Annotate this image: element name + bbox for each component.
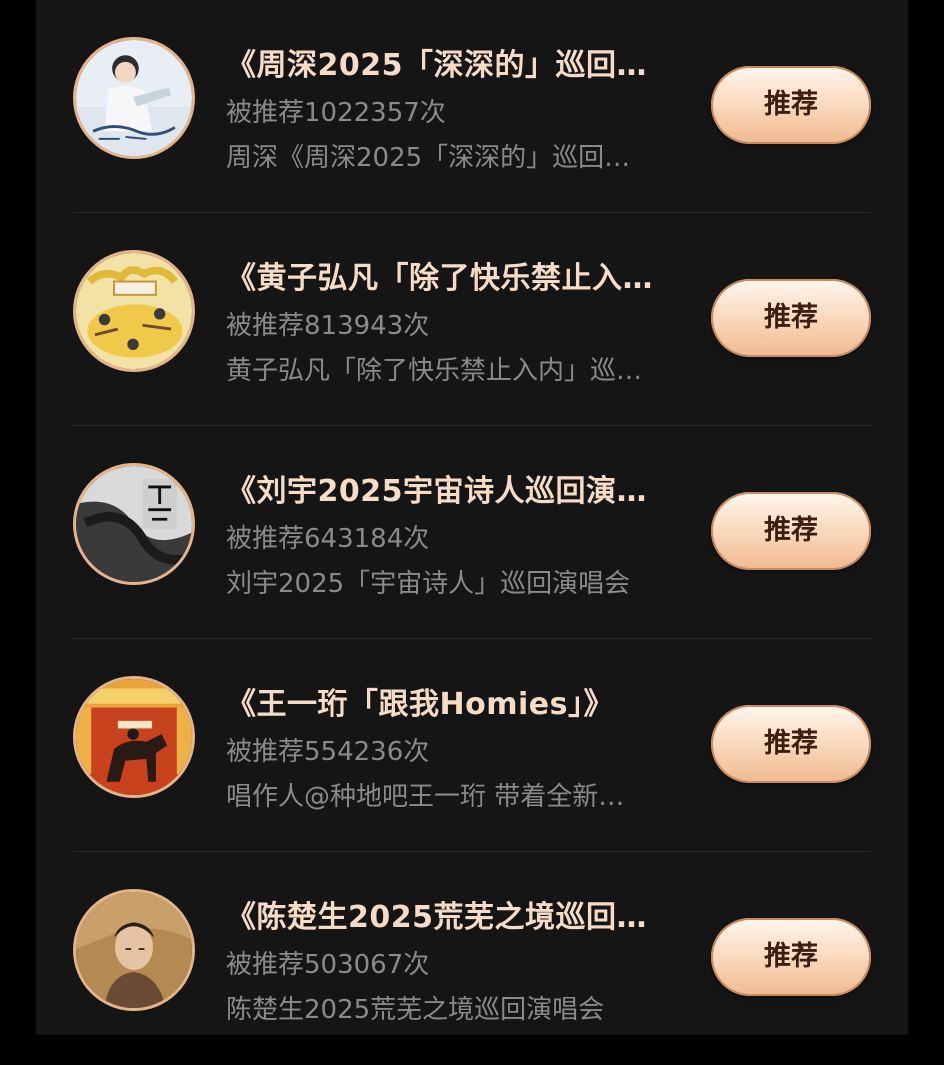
avatar[interactable] (73, 889, 195, 1011)
list-item[interactable]: 《黄子弘凡「除了快乐禁止入内」》 被推荐813943次 黄子弘凡「除了快乐禁止入… (36, 213, 908, 426)
recommend-button[interactable]: 推荐 (711, 705, 871, 783)
recommend-count: 被推荐813943次 (226, 311, 430, 341)
recommend-button[interactable]: 推荐 (711, 66, 871, 144)
avatar[interactable] (73, 37, 195, 159)
avatar[interactable] (73, 463, 195, 585)
item-description: 陈楚生2025荒芜之境巡回演唱会 (226, 995, 605, 1025)
item-description: 唱作人@种地吧王一珩 带着全新作品 (226, 782, 646, 812)
item-title[interactable]: 《周深2025「深深的」巡回演唱会》 (226, 40, 666, 84)
recommend-button[interactable]: 推荐 (711, 492, 871, 570)
list-item[interactable]: 《刘宇2025宇宙诗人巡回演唱会》 被推荐643184次 刘宇2025「宇宙诗人… (36, 426, 908, 639)
recommend-count: 被推荐503067次 (226, 950, 430, 980)
recommend-button[interactable]: 推荐 (711, 279, 871, 357)
recommend-list-panel: 《周深2025「深深的」巡回演唱会》 被推荐1022357次 周深《周深2025… (36, 0, 908, 1035)
item-title[interactable]: 《王一珩「跟我Homies」》 (226, 679, 666, 723)
list-item[interactable]: 《王一珩「跟我Homies」》 被推荐554236次 唱作人@种地吧王一珩 带着… (36, 639, 908, 852)
avatar[interactable] (73, 676, 195, 798)
list-item[interactable]: 《周深2025「深深的」巡回演唱会》 被推荐1022357次 周深《周深2025… (36, 0, 908, 213)
item-description: 周深《周深2025「深深的」巡回演唱会》 (226, 143, 646, 173)
item-description: 黄子弘凡「除了快乐禁止入内」巡回演唱会 (226, 356, 646, 386)
item-title[interactable]: 《刘宇2025宇宙诗人巡回演唱会》 (226, 466, 666, 510)
recommend-button[interactable]: 推荐 (711, 918, 871, 996)
avatar[interactable] (73, 250, 195, 372)
item-description: 刘宇2025「宇宙诗人」巡回演唱会 (226, 569, 631, 599)
item-title[interactable]: 《陈楚生2025荒芜之境巡回演唱会》 (226, 892, 666, 936)
recommend-count: 被推荐554236次 (226, 737, 430, 767)
recommend-count: 被推荐643184次 (226, 524, 430, 554)
list-item[interactable]: 《陈楚生2025荒芜之境巡回演唱会》 被推荐503067次 陈楚生2025荒芜之… (36, 852, 908, 1065)
recommend-count: 被推荐1022357次 (226, 98, 446, 128)
item-title[interactable]: 《黄子弘凡「除了快乐禁止入内」》 (226, 253, 666, 297)
